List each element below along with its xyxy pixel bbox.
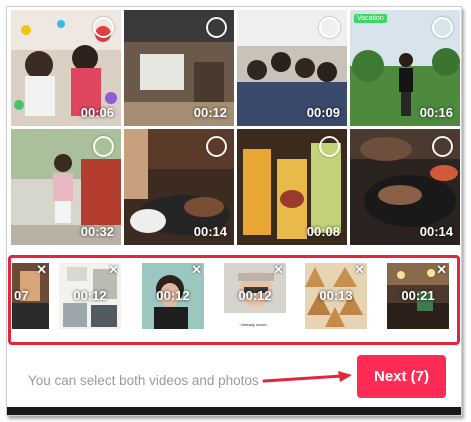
- select-circle-icon[interactable]: [93, 17, 114, 38]
- remove-icon[interactable]: ✕: [191, 263, 202, 277]
- bottom-edge: [7, 407, 461, 415]
- remove-icon[interactable]: ✕: [436, 263, 447, 277]
- selected-thumb[interactable]: ✕ 00:21: [387, 263, 449, 329]
- media-tile[interactable]: 00:06: [11, 10, 121, 126]
- duration-label: 00:14: [193, 224, 227, 239]
- select-circle-icon[interactable]: [432, 17, 453, 38]
- select-circle-icon[interactable]: [93, 136, 114, 157]
- media-tile[interactable]: 00:12: [124, 10, 234, 126]
- duration-label: 00:16: [419, 105, 453, 120]
- thumb-duration: 00:21: [401, 288, 435, 303]
- media-tile[interactable]: 00:14: [350, 129, 460, 245]
- thumb-duration: 00:12: [156, 288, 190, 303]
- media-tile[interactable]: 00:32: [11, 129, 121, 245]
- thumb-caption: i already would…: [239, 322, 271, 327]
- select-circle-icon[interactable]: [319, 136, 340, 157]
- duration-label: 00:14: [419, 224, 453, 239]
- bottom-action-bar: You can select both videos and photos Ne…: [7, 349, 461, 407]
- app-screen: 00:06 00:12 00:09 Vacation 00:16 00:32 0…: [6, 6, 462, 416]
- duration-label: 00:12: [193, 105, 227, 120]
- arrow-annotation-icon: [262, 371, 352, 383]
- thumb-duration: 07: [14, 288, 29, 303]
- thumb-duration: 00:13: [319, 288, 353, 303]
- duration-label: 00:08: [306, 224, 340, 239]
- select-circle-icon[interactable]: [432, 136, 453, 157]
- selected-thumb[interactable]: ✕ 00:12 i already would…: [224, 263, 286, 329]
- remove-icon[interactable]: ✕: [273, 263, 284, 277]
- media-tile[interactable]: Vacation 00:16: [350, 10, 460, 126]
- selection-hint: You can select both videos and photos: [28, 373, 259, 388]
- thumb-duration: 00:12: [238, 288, 272, 303]
- select-circle-icon[interactable]: [319, 17, 340, 38]
- selected-thumb[interactable]: ✕ 00:13: [305, 263, 367, 329]
- media-tile[interactable]: 00:09: [237, 10, 347, 126]
- sticker-label: Vacation: [354, 14, 387, 23]
- select-circle-icon[interactable]: [206, 136, 227, 157]
- media-grid: 00:06 00:12 00:09 Vacation 00:16 00:32 0…: [11, 10, 460, 248]
- select-circle-icon[interactable]: [206, 17, 227, 38]
- remove-icon[interactable]: ✕: [354, 263, 365, 277]
- media-tile[interactable]: 00:08: [237, 129, 347, 245]
- selected-thumb[interactable]: ✕ 07: [12, 263, 49, 329]
- next-button[interactable]: Next (7): [357, 355, 446, 398]
- selected-thumb[interactable]: ✕ 00:12: [59, 263, 121, 329]
- selected-media-strip: ✕ 07 ✕ 00:12 ✕ 00:12 ✕ 00:12 i already w…: [7, 248, 461, 348]
- duration-label: 00:06: [80, 105, 114, 120]
- thumb-duration: 00:12: [73, 288, 107, 303]
- duration-label: 00:32: [80, 224, 114, 239]
- duration-label: 00:09: [306, 105, 340, 120]
- selected-thumb[interactable]: ✕ 00:12: [142, 263, 204, 329]
- media-tile[interactable]: 00:14: [124, 129, 234, 245]
- remove-icon[interactable]: ✕: [108, 263, 119, 277]
- remove-icon[interactable]: ✕: [36, 263, 47, 277]
